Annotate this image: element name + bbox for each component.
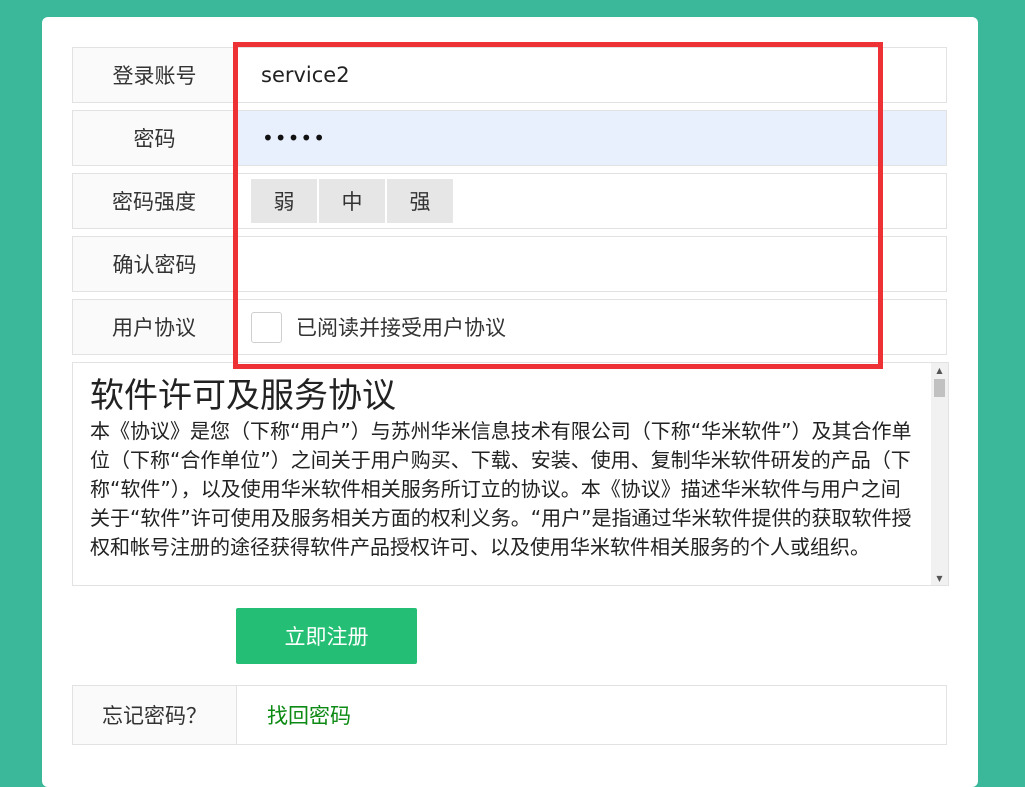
strength-meter: 弱 中 强: [251, 179, 455, 223]
agreement-content: 软件许可及服务协议 本《协议》是您（下称“用户”）与苏州华米信息技术有限公司（下…: [90, 375, 912, 562]
confirm-password-input[interactable]: [237, 237, 946, 291]
strength-medium: 中: [319, 179, 385, 223]
password-input[interactable]: •••••: [237, 111, 946, 165]
scroll-up-icon[interactable]: ▲: [931, 363, 948, 377]
forgot-field: 找回密码: [237, 686, 946, 744]
account-row: 登录账号: [72, 47, 947, 103]
strength-weak: 弱: [251, 179, 317, 223]
agreement-label: 用户协议: [73, 300, 237, 354]
agreement-body: 本《协议》是您（下称“用户”）与苏州华米信息技术有限公司（下称“华米软件”）及其…: [90, 419, 912, 559]
forgot-label: 忘记密码？: [73, 686, 237, 744]
password-row: 密码 •••••: [72, 110, 947, 166]
account-input[interactable]: [237, 48, 946, 102]
scroll-down-icon[interactable]: ▼: [931, 571, 948, 585]
forgot-row: 忘记密码？ 找回密码: [72, 685, 947, 745]
password-value: •••••: [262, 126, 326, 150]
register-button[interactable]: 立即注册: [236, 608, 417, 664]
agreement-textbox[interactable]: 软件许可及服务协议 本《协议》是您（下称“用户”）与苏州华米信息技术有限公司（下…: [72, 362, 949, 586]
confirm-row: 确认密码: [72, 236, 947, 292]
confirm-label: 确认密码: [73, 237, 237, 291]
scroll-thumb[interactable]: [934, 379, 945, 397]
strength-field: 弱 中 强: [237, 174, 946, 228]
confirm-field-wrap: [237, 237, 946, 291]
strength-strong: 强: [387, 179, 453, 223]
agreement-check-text[interactable]: 已阅读并接受用户协议: [296, 312, 506, 342]
agreement-row: 用户协议 已阅读并接受用户协议: [72, 299, 947, 355]
strength-label: 密码强度: [73, 174, 237, 228]
account-field-wrap: [237, 48, 946, 102]
recover-password-link[interactable]: 找回密码: [237, 700, 351, 730]
strength-row: 密码强度 弱 中 强: [72, 173, 947, 229]
agreement-checkbox[interactable]: [251, 311, 282, 343]
password-label: 密码: [73, 111, 237, 165]
agreement-title: 软件许可及服务协议: [90, 376, 396, 416]
agreement-field: 已阅读并接受用户协议: [237, 300, 946, 354]
register-card: 登录账号 密码 ••••• 密码强度 弱 中 强 确认密码 用户协议 已阅读并接: [42, 17, 978, 787]
account-label: 登录账号: [73, 48, 237, 102]
agreement-scrollbar[interactable]: ▲ ▼: [931, 363, 948, 585]
